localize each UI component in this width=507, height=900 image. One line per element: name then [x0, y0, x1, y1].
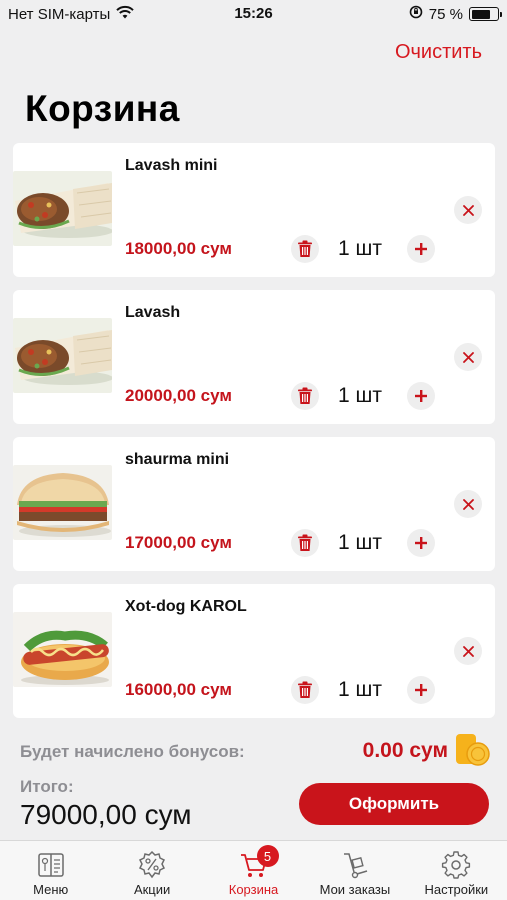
total-label: Итого:: [20, 777, 74, 796]
delete-button[interactable]: [291, 235, 319, 263]
increase-quantity-button[interactable]: [407, 235, 435, 263]
trash-icon: [298, 534, 312, 551]
increase-quantity-button[interactable]: [407, 676, 435, 704]
tab-label: Настройки: [424, 882, 489, 897]
trash-icon: [298, 387, 312, 404]
product-quantity: 1 шт: [338, 384, 382, 407]
cart-item: Xot-dog KAROL 16000,00 сум 1 шт: [13, 584, 495, 718]
plus-icon: [415, 684, 427, 696]
product-price: 20000,00 сум: [125, 386, 232, 405]
tab-label: Акции: [133, 882, 171, 897]
cart-icon: 5: [237, 845, 279, 881]
bonus-value: 0.00 сум: [362, 739, 448, 762]
product-name: Lavash: [125, 304, 181, 321]
tab-label: Мои заказы: [319, 882, 391, 897]
remove-item-button[interactable]: [454, 343, 482, 371]
close-icon: [462, 498, 474, 510]
tab-gear[interactable]: Настройки: [406, 841, 507, 900]
product-price: 16000,00 сум: [125, 680, 232, 699]
status-right: 75 %: [409, 5, 502, 23]
checkout-button[interactable]: Оформить: [299, 783, 489, 825]
tab-menu-book[interactable]: Меню: [0, 841, 101, 900]
product-price: 17000,00 сум: [125, 533, 232, 552]
product-image: [13, 612, 112, 687]
battery-icon: [469, 7, 502, 21]
delete-button[interactable]: [291, 529, 319, 557]
cart-list: Lavash mini 18000,00 сум 1 шт Lavash 200…: [13, 143, 495, 731]
plus-icon: [415, 390, 427, 402]
product-image: [13, 465, 112, 540]
product-image: [13, 171, 112, 246]
close-icon: [462, 645, 474, 657]
product-name: Lavash mini: [125, 157, 218, 174]
bonus-label: Будет начислено бонусов:: [20, 742, 245, 761]
bonus-row: Будет начислено бонусов: 0.00 сум: [20, 734, 490, 770]
tab-bar: Меню Акции 5 Корзина Мои заказы Настройки: [0, 840, 507, 900]
page-title: Корзина: [25, 88, 180, 129]
tab-hand-truck[interactable]: Мои заказы: [304, 841, 405, 900]
battery-percent: 75 %: [428, 5, 463, 23]
product-quantity: 1 шт: [338, 678, 382, 701]
tab-label: Меню: [33, 882, 69, 897]
status-bar: Нет SIM-карты 15:26 75 %: [0, 0, 507, 28]
remove-item-button[interactable]: [454, 196, 482, 224]
cart-item: shaurma mini 17000,00 сум 1 шт: [13, 437, 495, 571]
coin-icon: [456, 734, 490, 766]
battery-level: [471, 9, 491, 19]
remove-item-button[interactable]: [454, 490, 482, 518]
product-name: shaurma mini: [125, 451, 230, 468]
plus-icon: [415, 243, 427, 255]
discount-badge-icon: [135, 849, 169, 881]
close-icon: [462, 351, 474, 363]
delete-button[interactable]: [291, 382, 319, 410]
tab-label: Корзина: [228, 882, 279, 897]
close-icon: [462, 204, 474, 216]
tab-discount-badge[interactable]: Акции: [101, 841, 202, 900]
remove-item-button[interactable]: [454, 637, 482, 665]
hand-truck-icon: [338, 849, 372, 881]
increase-quantity-button[interactable]: [407, 382, 435, 410]
trash-icon: [298, 681, 312, 698]
cart-count-badge: 5: [256, 845, 279, 867]
total-value: 79000,00 сум: [20, 799, 192, 830]
cart-item: Lavash 20000,00 сум 1 шт: [13, 290, 495, 424]
plus-icon: [415, 537, 427, 549]
product-quantity: 1 шт: [338, 237, 382, 260]
trash-icon: [298, 240, 312, 257]
increase-quantity-button[interactable]: [407, 529, 435, 557]
product-quantity: 1 шт: [338, 531, 382, 554]
clear-cart-button[interactable]: Очистить: [395, 41, 482, 64]
menu-book-icon: [34, 849, 68, 881]
product-name: Xot-dog KAROL: [125, 598, 247, 615]
cart-item: Lavash mini 18000,00 сум 1 шт: [13, 143, 495, 277]
product-price: 18000,00 сум: [125, 239, 232, 258]
product-image: [13, 318, 112, 393]
gear-icon: [439, 849, 473, 881]
delete-button[interactable]: [291, 676, 319, 704]
rotation-lock-icon: [409, 5, 423, 23]
tab-cart[interactable]: 5 Корзина: [203, 841, 304, 900]
